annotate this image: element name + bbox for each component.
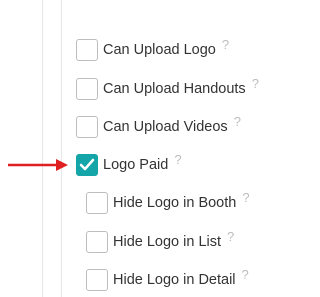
- option-logo-paid[interactable]: Logo Paid ?: [76, 152, 182, 178]
- help-icon[interactable]: ?: [242, 190, 249, 205]
- option-label: Hide Logo in Detail: [113, 272, 236, 288]
- option-label: Can Upload Handouts: [103, 81, 246, 97]
- content-divider-line: [61, 0, 62, 297]
- checkbox[interactable]: [86, 192, 108, 214]
- checkbox[interactable]: [76, 78, 98, 100]
- option-label: Can Upload Logo: [103, 42, 216, 58]
- option-can-upload-logo[interactable]: Can Upload Logo ?: [76, 37, 229, 63]
- help-icon[interactable]: ?: [222, 37, 229, 52]
- red-arrow-annotation: [8, 159, 68, 171]
- checkbox[interactable]: [86, 231, 108, 253]
- help-icon[interactable]: ?: [242, 267, 249, 282]
- checkmark-icon: [79, 158, 95, 171]
- option-hide-logo-in-detail[interactable]: Hide Logo in Detail ?: [86, 267, 249, 293]
- option-hide-logo-in-list[interactable]: Hide Logo in List ?: [86, 229, 234, 255]
- option-label: Hide Logo in Booth: [113, 195, 237, 211]
- option-label: Hide Logo in List: [113, 234, 222, 250]
- option-label: Can Upload Videos: [103, 119, 228, 135]
- checkbox[interactable]: [76, 39, 98, 61]
- checkbox[interactable]: [86, 269, 108, 291]
- checkbox[interactable]: [76, 116, 98, 138]
- help-icon[interactable]: ?: [174, 152, 181, 167]
- option-can-upload-handouts[interactable]: Can Upload Handouts ?: [76, 76, 259, 102]
- help-icon[interactable]: ?: [234, 114, 241, 129]
- help-icon[interactable]: ?: [227, 229, 234, 244]
- checkbox-checked[interactable]: [76, 154, 98, 176]
- option-hide-logo-in-booth[interactable]: Hide Logo in Booth ?: [86, 190, 250, 216]
- help-icon[interactable]: ?: [252, 76, 259, 91]
- left-divider-line: [42, 0, 43, 297]
- option-can-upload-videos[interactable]: Can Upload Videos ?: [76, 114, 241, 140]
- option-label: Logo Paid: [103, 157, 169, 173]
